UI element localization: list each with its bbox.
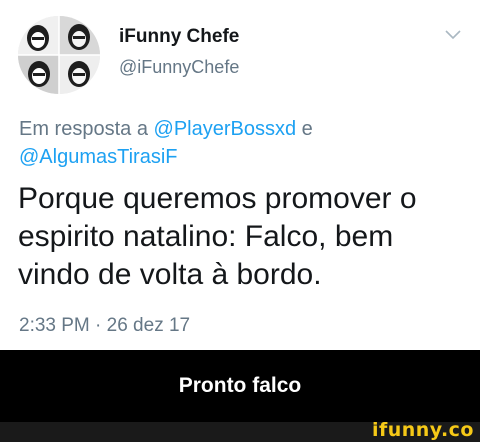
author-name[interactable]: iFunny Chefe bbox=[119, 26, 239, 48]
avatar[interactable] bbox=[18, 16, 100, 94]
tweet-text-line: Porque queremos promover o bbox=[18, 182, 417, 215]
tweet-timestamp[interactable]: 2:33 PM · 26 dez 17 bbox=[19, 315, 190, 337]
caption-text: Pronto falco bbox=[178, 374, 302, 397]
ifunny-watermark: ifunny.co bbox=[371, 419, 474, 441]
author-handle[interactable]: @iFunnyChefe bbox=[119, 57, 239, 78]
tweet-text-line: espirito natalino: Falco, bem bbox=[18, 220, 394, 253]
reply-joiner: e bbox=[296, 118, 313, 140]
chevron-down-icon[interactable] bbox=[442, 27, 464, 43]
watermark-bar: ifunny.co bbox=[0, 419, 480, 442]
tweet-text: Porque queremos promover o espirito nata… bbox=[18, 180, 468, 294]
caption-bar: Pronto falco bbox=[0, 350, 480, 422]
mention-link-playerbossxd[interactable]: @PlayerBossxd bbox=[154, 118, 297, 140]
avatar-image bbox=[18, 16, 100, 94]
reply-context: Em resposta a @PlayerBossxd e @AlgumasTi… bbox=[19, 115, 459, 171]
mention-link-algumastirasif[interactable]: @AlgumasTirasiF bbox=[19, 146, 177, 168]
reply-prefix: Em resposta a bbox=[19, 118, 154, 140]
tweet-card: iFunny Chefe @iFunnyChefe Em resposta a … bbox=[0, 0, 480, 350]
tweet-text-line: vindo de volta à bordo. bbox=[18, 258, 322, 291]
